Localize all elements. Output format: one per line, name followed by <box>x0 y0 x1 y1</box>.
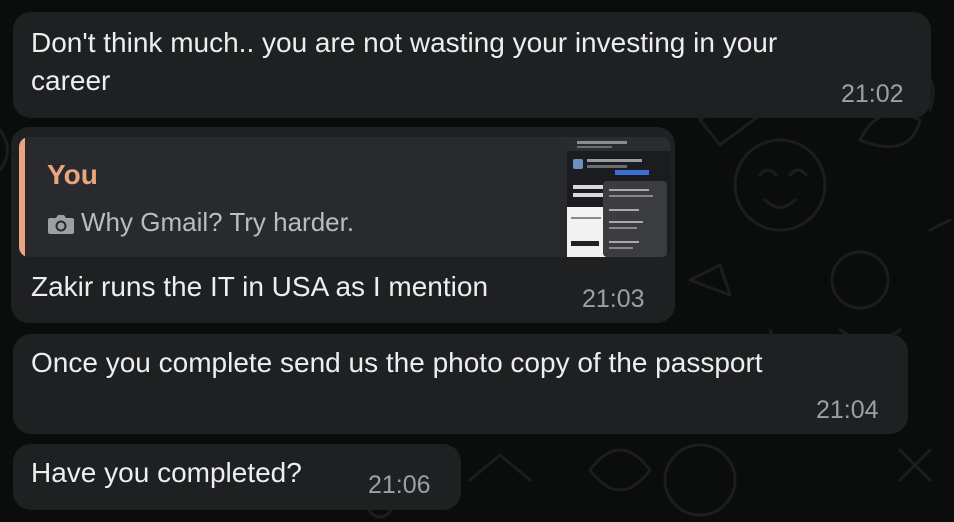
message-text: Zakir runs the IT in USA as I mention <box>31 271 489 302</box>
quoted-message[interactable]: You Why Gmail? Try harder. <box>19 137 671 257</box>
message-timestamp: 21:02 <box>841 80 904 108</box>
message-text: Don't think much.. you are not wasting y… <box>31 27 778 58</box>
message-timestamp: 21:04 <box>816 396 879 424</box>
message-bubble[interactable]: You Why Gmail? Try harder. Zakir runs th… <box>11 127 675 323</box>
quoted-image-thumbnail <box>567 137 671 257</box>
message-text: career <box>31 65 111 96</box>
message-text: Once you complete send us the photo copy… <box>31 347 763 378</box>
message-bubble[interactable]: Once you complete send us the photo copy… <box>13 334 908 434</box>
quote-author: You <box>47 159 98 190</box>
quote-accent-bar <box>19 137 25 257</box>
quote-text: Why Gmail? Try harder. <box>81 207 355 237</box>
message-timestamp: 21:06 <box>368 471 431 499</box>
message-timestamp: 21:03 <box>582 285 645 313</box>
message-bubble[interactable]: Have you completed? 21:06 <box>13 444 461 510</box>
camera-icon <box>48 215 74 234</box>
message-text: Have you completed? <box>31 457 302 488</box>
message-bubble[interactable]: Don't think much.. you are not wasting y… <box>13 12 931 118</box>
